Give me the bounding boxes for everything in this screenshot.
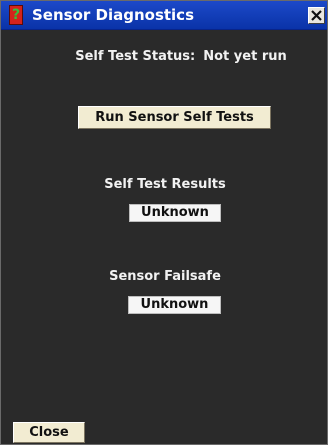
close-icon[interactable]: [308, 7, 325, 24]
self-test-results-value: Unknown: [129, 204, 221, 222]
sensor-diagnostics-window: ? Sensor Diagnostics Self Test Status: No…: [0, 0, 328, 445]
sensor-failsafe-value: Unknown: [128, 296, 221, 314]
title-bar[interactable]: ? Sensor Diagnostics: [1, 1, 327, 30]
self-test-results-label: Self Test Results: [104, 177, 226, 192]
close-button[interactable]: Close: [13, 422, 85, 443]
self-test-status-value: Not yet run: [203, 49, 287, 64]
window-title: Sensor Diagnostics: [32, 6, 195, 24]
self-test-status-label: Self Test Status:: [75, 49, 196, 64]
question-mark-icon: ?: [9, 5, 23, 25]
run-self-tests-button[interactable]: Run Sensor Self Tests: [78, 106, 271, 129]
app-icon-glyph: ?: [11, 7, 21, 23]
self-test-status: Self Test Status: Not yet run: [1, 49, 328, 64]
sensor-failsafe-label: Sensor Failsafe: [109, 269, 221, 284]
